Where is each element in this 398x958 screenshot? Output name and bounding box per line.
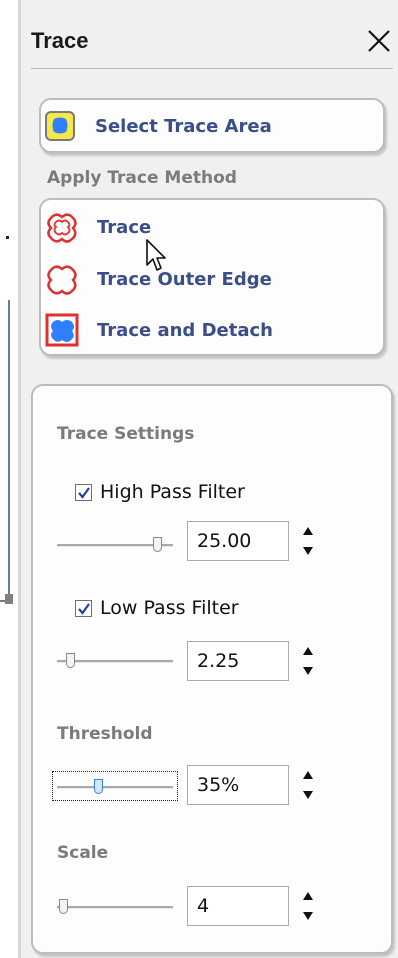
threshold-spinner[interactable]	[301, 765, 315, 805]
background-window-edge	[0, 0, 18, 958]
select-area-icon	[43, 109, 77, 143]
high-pass-slider-thumb[interactable]	[153, 537, 162, 552]
background-frame	[0, 300, 10, 602]
high-pass-slider[interactable]	[57, 534, 173, 554]
trace-settings-heading: Trace Settings	[57, 424, 195, 444]
scale-slider[interactable]	[57, 896, 173, 916]
threshold-slider-thumb[interactable]	[94, 779, 103, 794]
trace-and-detach-button[interactable]: Trace and Detach	[45, 313, 273, 347]
high-pass-filter-checkbox[interactable]: High Pass Filter	[75, 481, 245, 503]
title-divider	[31, 68, 393, 69]
mouse-pointer-icon	[146, 239, 166, 271]
checkmark-icon	[78, 602, 90, 615]
low-pass-slider[interactable]	[57, 650, 173, 670]
spin-up-icon[interactable]	[303, 647, 313, 655]
scale-slider-track	[57, 906, 173, 909]
spin-up-icon[interactable]	[303, 527, 313, 535]
spin-up-icon[interactable]	[303, 892, 313, 900]
spin-down-icon[interactable]	[303, 547, 313, 555]
trace-outer-edge-icon	[45, 262, 79, 296]
close-button[interactable]	[364, 26, 394, 56]
high-pass-value-input[interactable]: 25.00	[187, 521, 289, 561]
select-trace-area-button[interactable]: Select Trace Area	[43, 109, 272, 143]
low-pass-filter-label: Low Pass Filter	[100, 597, 239, 619]
threshold-label: Threshold	[57, 724, 153, 744]
low-pass-spinner[interactable]	[301, 641, 315, 681]
background-marker	[5, 594, 13, 604]
scale-spinner[interactable]	[301, 886, 315, 926]
trace-panel: Trace Select Trace Area Apply Trace Meth…	[18, 0, 398, 958]
trace-button[interactable]: Trace	[45, 210, 151, 244]
spin-down-icon[interactable]	[303, 912, 313, 920]
high-pass-check-box[interactable]	[75, 483, 92, 501]
threshold-value-input[interactable]: 35%	[187, 765, 289, 805]
select-trace-area-label: Select Trace Area	[95, 115, 272, 137]
high-pass-filter-label: High Pass Filter	[100, 481, 245, 503]
scale-slider-thumb[interactable]	[59, 899, 68, 914]
spin-down-icon[interactable]	[303, 791, 313, 799]
spin-up-icon[interactable]	[303, 771, 313, 779]
panel-title: Trace	[31, 28, 89, 53]
high-pass-spinner[interactable]	[301, 521, 315, 561]
low-pass-value-input[interactable]: 2.25	[187, 641, 289, 681]
threshold-slider-track	[57, 786, 173, 789]
close-icon	[368, 30, 390, 52]
background-dot	[6, 236, 9, 239]
trace-label: Trace	[97, 216, 152, 238]
checkmark-icon	[78, 486, 90, 499]
trace-detach-icon	[45, 313, 79, 347]
trace-and-detach-label: Trace and Detach	[97, 319, 273, 341]
low-pass-filter-checkbox[interactable]: Low Pass Filter	[75, 597, 239, 619]
threshold-slider[interactable]	[52, 771, 178, 801]
trace-icon	[45, 210, 79, 244]
low-pass-slider-thumb[interactable]	[66, 653, 75, 668]
scale-label: Scale	[57, 843, 109, 863]
scale-value-input[interactable]: 4	[187, 886, 289, 926]
low-pass-check-box[interactable]	[75, 599, 92, 617]
apply-method-heading: Apply Trace Method	[47, 168, 237, 188]
trace-outer-edge-label: Trace Outer Edge	[97, 268, 272, 290]
spin-down-icon[interactable]	[303, 667, 313, 675]
